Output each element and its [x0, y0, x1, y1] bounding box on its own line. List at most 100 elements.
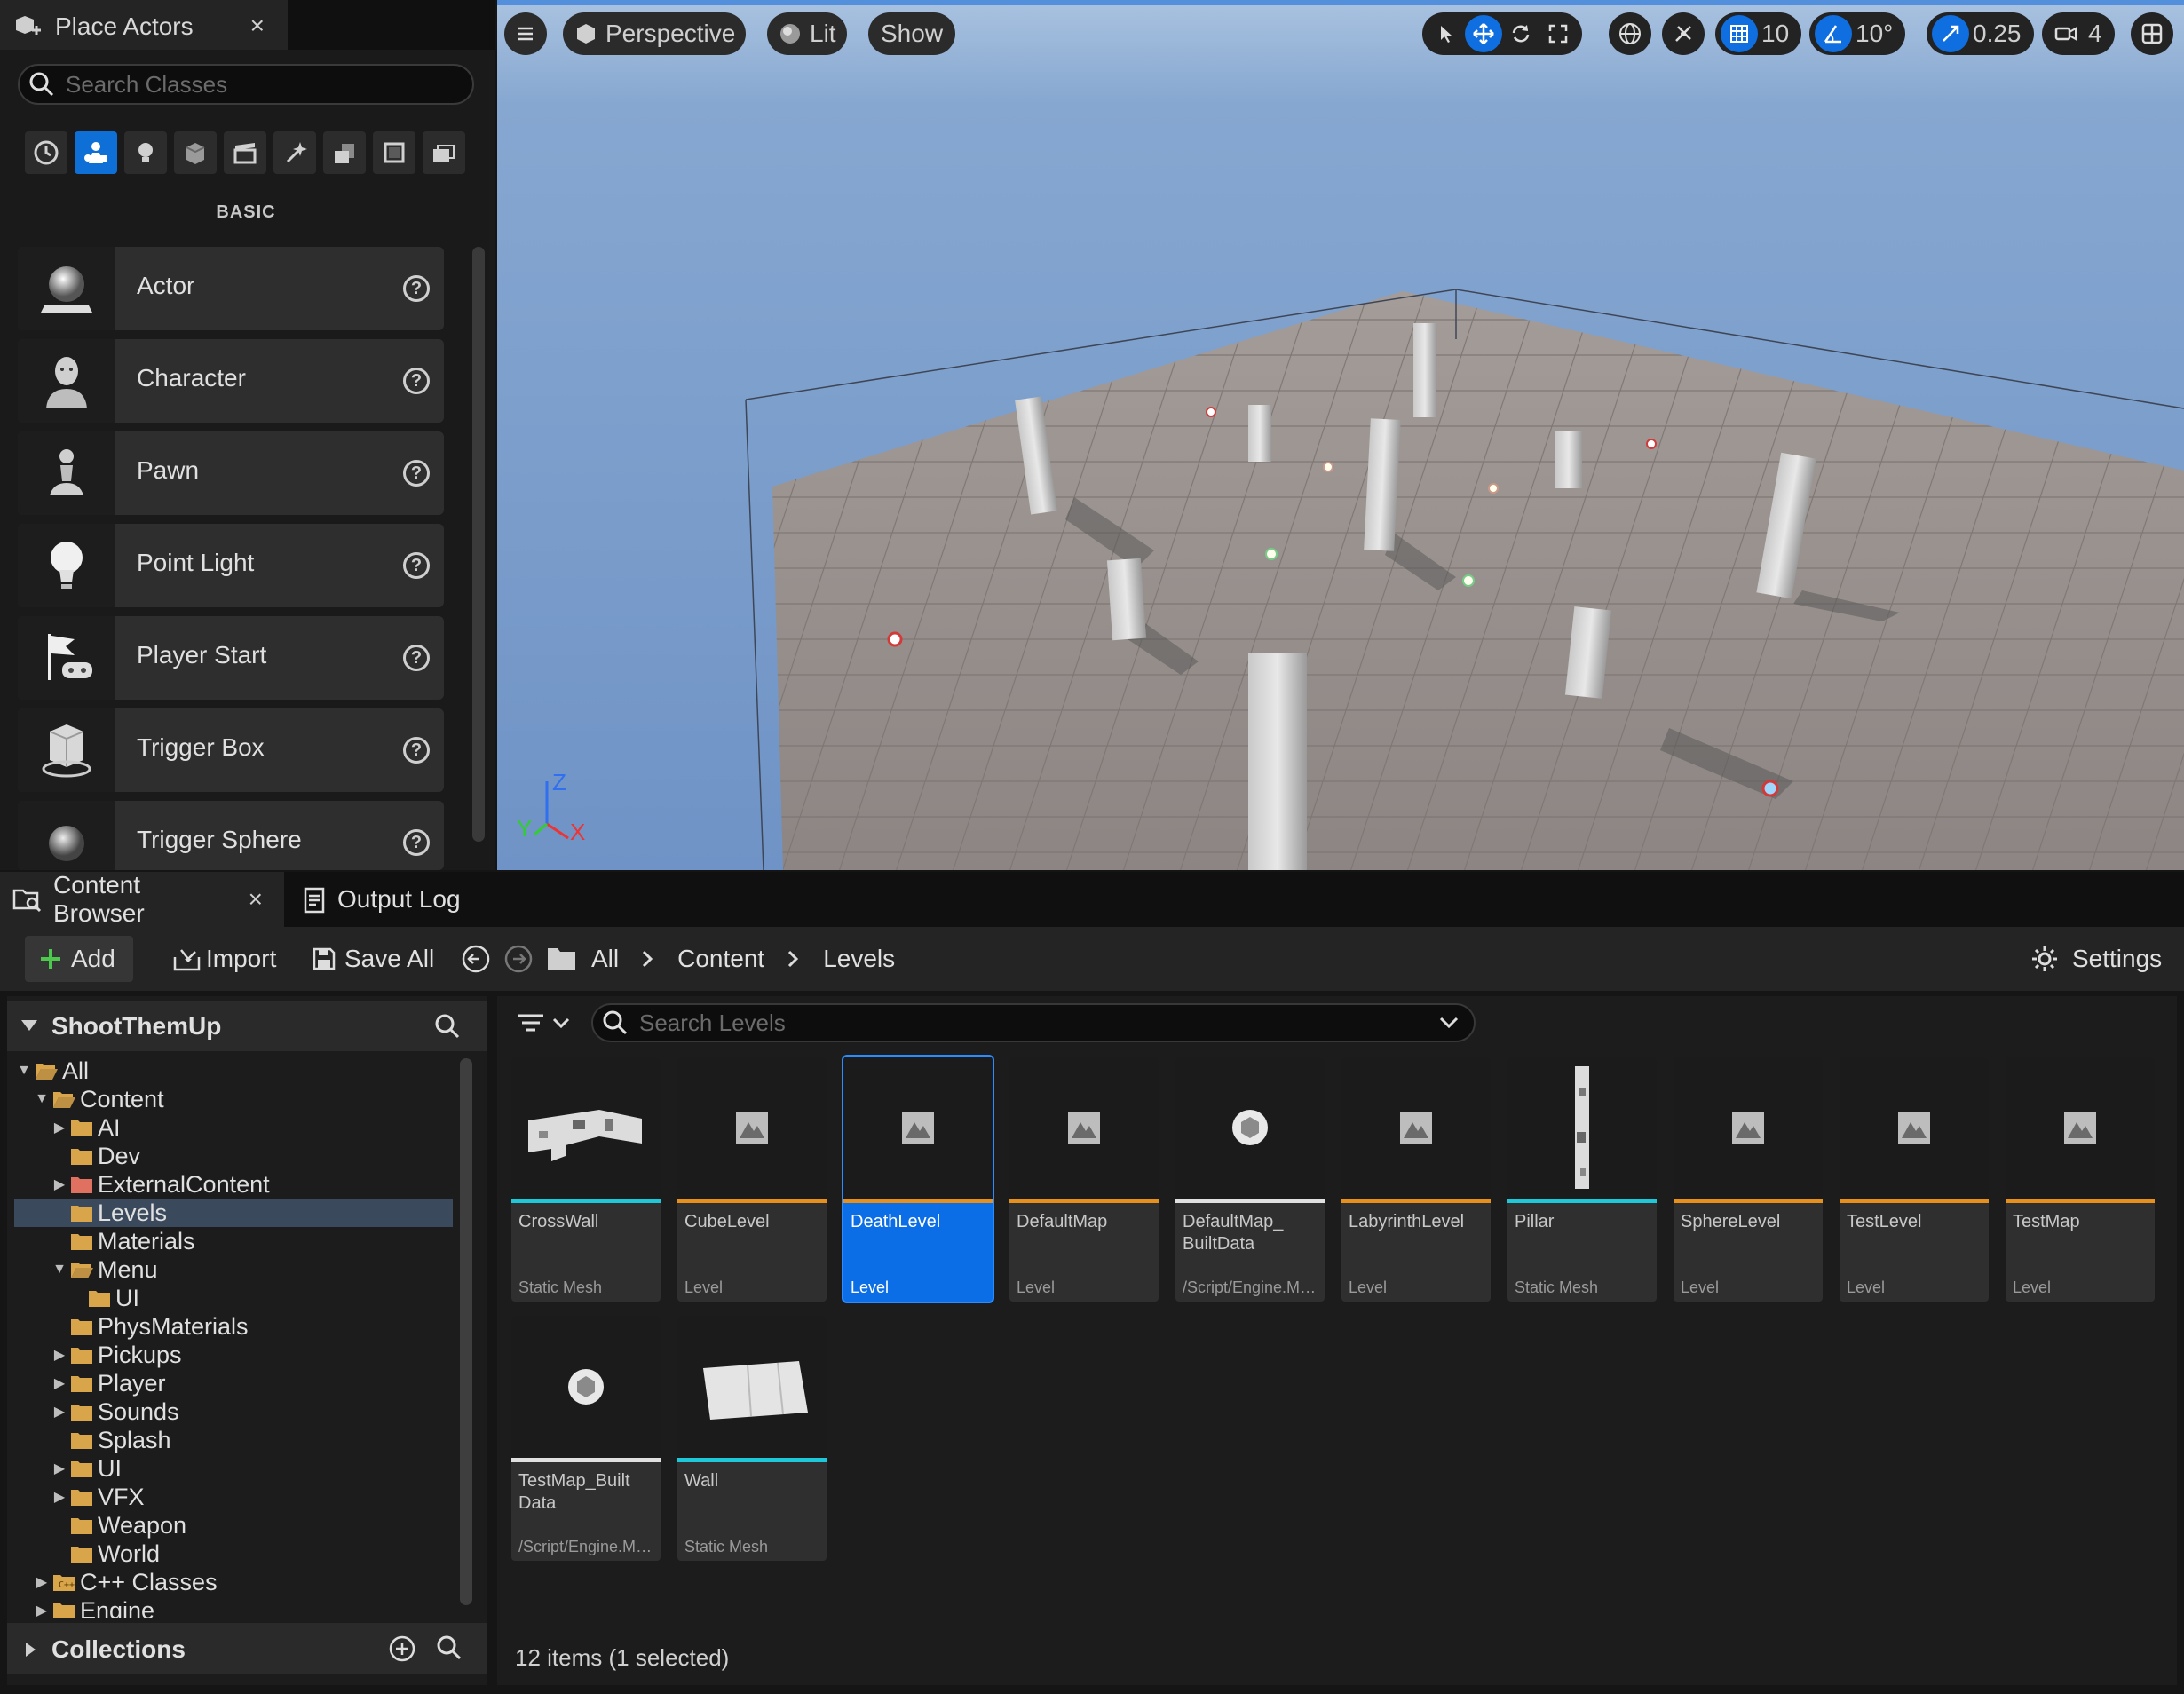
- tree-item[interactable]: World: [14, 1540, 453, 1568]
- tree-item[interactable]: ▶ Engine: [14, 1596, 453, 1618]
- asset-tile[interactable]: CubeLevel Level: [677, 1057, 827, 1302]
- visual-effects-icon[interactable]: [273, 131, 316, 174]
- surface-snap-button[interactable]: [1662, 12, 1705, 55]
- scale-snap-group[interactable]: 0.25: [1927, 12, 2034, 55]
- cinematic-icon[interactable]: [224, 131, 266, 174]
- tree-scrollbar[interactable]: [460, 1058, 472, 1605]
- search-classes-field[interactable]: [18, 64, 474, 105]
- camera-icon[interactable]: [2047, 15, 2085, 52]
- viewport-menu-button[interactable]: [504, 12, 547, 55]
- help-icon[interactable]: ?: [403, 552, 430, 579]
- add-button[interactable]: Add: [25, 936, 133, 982]
- tree-item[interactable]: UI: [14, 1284, 453, 1312]
- actor-item-trigger-box[interactable]: Trigger Box ?: [18, 708, 444, 792]
- level-viewport[interactable]: Perspective Lit Show 10 10° 0.25 4 Z X Y: [497, 0, 2184, 870]
- help-icon[interactable]: ?: [403, 645, 430, 671]
- tree-item[interactable]: ▶ UI: [14, 1454, 453, 1483]
- tree-item[interactable]: ▶ C++ C++ Classes: [14, 1568, 453, 1596]
- tree-item[interactable]: ▼ Content: [14, 1085, 453, 1113]
- search-levels-input[interactable]: [637, 1008, 1422, 1038]
- place-actors-scrollbar[interactable]: [472, 247, 485, 842]
- add-collection-icon[interactable]: [387, 1634, 417, 1664]
- lights-icon[interactable]: [124, 131, 167, 174]
- chevron-right-icon[interactable]: ▶: [51, 1460, 67, 1477]
- filter-button[interactable]: [513, 1009, 577, 1039]
- asset-tile[interactable]: SphereLevel Level: [1674, 1057, 1823, 1302]
- coordinate-system-button[interactable]: [1609, 12, 1651, 55]
- search-classes-input[interactable]: [64, 69, 458, 99]
- close-icon[interactable]: ×: [249, 885, 263, 914]
- rotate-icon[interactable]: [1502, 15, 1539, 52]
- viewport-layout-button[interactable]: [2131, 12, 2173, 55]
- tree-item[interactable]: Splash: [14, 1426, 453, 1454]
- help-icon[interactable]: ?: [403, 460, 430, 487]
- asset-tile[interactable]: Wall Static Mesh: [677, 1316, 827, 1561]
- chevron-right-icon[interactable]: ▶: [34, 1573, 50, 1591]
- tree-item[interactable]: ▶ Player: [14, 1369, 453, 1397]
- breadcrumb-content[interactable]: Content: [677, 945, 764, 973]
- tree-item[interactable]: ▶ VFX: [14, 1483, 453, 1511]
- close-icon[interactable]: ×: [250, 12, 265, 40]
- asset-tile[interactable]: LabyrinthLevel Level: [1341, 1057, 1491, 1302]
- place-actors-tab[interactable]: Place Actors ×: [0, 0, 288, 50]
- grid-icon[interactable]: [1721, 15, 1758, 52]
- tree-item[interactable]: ▶ Sounds: [14, 1397, 453, 1426]
- asset-tile[interactable]: TestMap_Built Data/Script/Engine.MapBuil…: [511, 1316, 661, 1561]
- chevron-right-icon[interactable]: ▶: [51, 1119, 67, 1136]
- tree-item[interactable]: ▶ Pickups: [14, 1341, 453, 1369]
- tab-content-browser[interactable]: Content Browser ×: [0, 871, 284, 927]
- help-icon[interactable]: ?: [403, 368, 430, 394]
- basic-icon[interactable]: [75, 131, 117, 174]
- settings-button[interactable]: Settings: [2030, 936, 2162, 982]
- recent-icon[interactable]: [25, 131, 67, 174]
- perspective-button[interactable]: Perspective: [563, 12, 747, 55]
- asset-tile[interactable]: TestLevel Level: [1840, 1057, 1989, 1302]
- project-header[interactable]: ShootThemUp: [7, 1001, 487, 1051]
- forward-icon[interactable]: [502, 943, 534, 975]
- breadcrumb-all[interactable]: All: [591, 945, 619, 973]
- camera-speed-group[interactable]: 4: [2042, 12, 2115, 55]
- breadcrumb-levels[interactable]: Levels: [823, 945, 895, 973]
- tab-output-log[interactable]: Output Log: [293, 872, 488, 927]
- shapes-icon[interactable]: [174, 131, 217, 174]
- help-icon[interactable]: ?: [403, 829, 430, 856]
- actor-item-trigger-sphere[interactable]: Trigger Sphere ?: [18, 801, 444, 870]
- chevron-down-icon[interactable]: [1438, 1014, 1460, 1032]
- all-classes-icon[interactable]: [423, 131, 465, 174]
- asset-tile[interactable]: DefaultMap Level: [1009, 1057, 1159, 1302]
- volumes-icon[interactable]: [373, 131, 415, 174]
- view-mode-button[interactable]: Lit: [767, 12, 847, 55]
- search-icon[interactable]: [433, 1012, 462, 1041]
- help-icon[interactable]: ?: [403, 737, 430, 764]
- angle-icon[interactable]: [1815, 15, 1852, 52]
- import-button[interactable]: Import: [172, 936, 276, 982]
- chevron-right-icon[interactable]: ▶: [51, 1346, 67, 1364]
- tree-item[interactable]: Weapon: [14, 1511, 453, 1540]
- tree-item[interactable]: Materials: [14, 1227, 453, 1255]
- rotation-snap-group[interactable]: 10°: [1809, 12, 1906, 55]
- chevron-right-icon[interactable]: [635, 948, 661, 970]
- chevron-right-icon[interactable]: ▶: [51, 1176, 67, 1193]
- scale-snap-icon[interactable]: [1932, 15, 1969, 52]
- translate-icon[interactable]: [1465, 15, 1502, 52]
- show-button[interactable]: Show: [868, 12, 956, 55]
- chevron-right-icon[interactable]: [780, 948, 807, 970]
- back-icon[interactable]: [460, 943, 492, 975]
- actor-item-player-start[interactable]: Player Start ?: [18, 616, 444, 700]
- geometry-icon[interactable]: [323, 131, 366, 174]
- actor-item-character[interactable]: Character ?: [18, 339, 444, 423]
- help-icon[interactable]: ?: [403, 275, 430, 302]
- tree-item[interactable]: Dev: [14, 1142, 453, 1170]
- scale-icon[interactable]: [1539, 15, 1577, 52]
- grid-snap-group[interactable]: 10: [1715, 12, 1802, 55]
- actor-item-point-light[interactable]: Point Light ?: [18, 524, 444, 607]
- save-all-button[interactable]: Save All: [311, 936, 434, 982]
- chevron-down-icon[interactable]: ▼: [16, 1063, 32, 1079]
- actor-item-pawn[interactable]: Pawn ?: [18, 431, 444, 515]
- chevron-down-icon[interactable]: ▼: [34, 1091, 50, 1107]
- tree-item[interactable]: ▶ ExternalContent: [14, 1170, 453, 1199]
- chevron-right-icon[interactable]: ▶: [51, 1488, 67, 1506]
- search-levels-field[interactable]: [591, 1003, 1476, 1042]
- tree-item[interactable]: ▼ All: [14, 1057, 453, 1085]
- search-icon[interactable]: [435, 1634, 463, 1662]
